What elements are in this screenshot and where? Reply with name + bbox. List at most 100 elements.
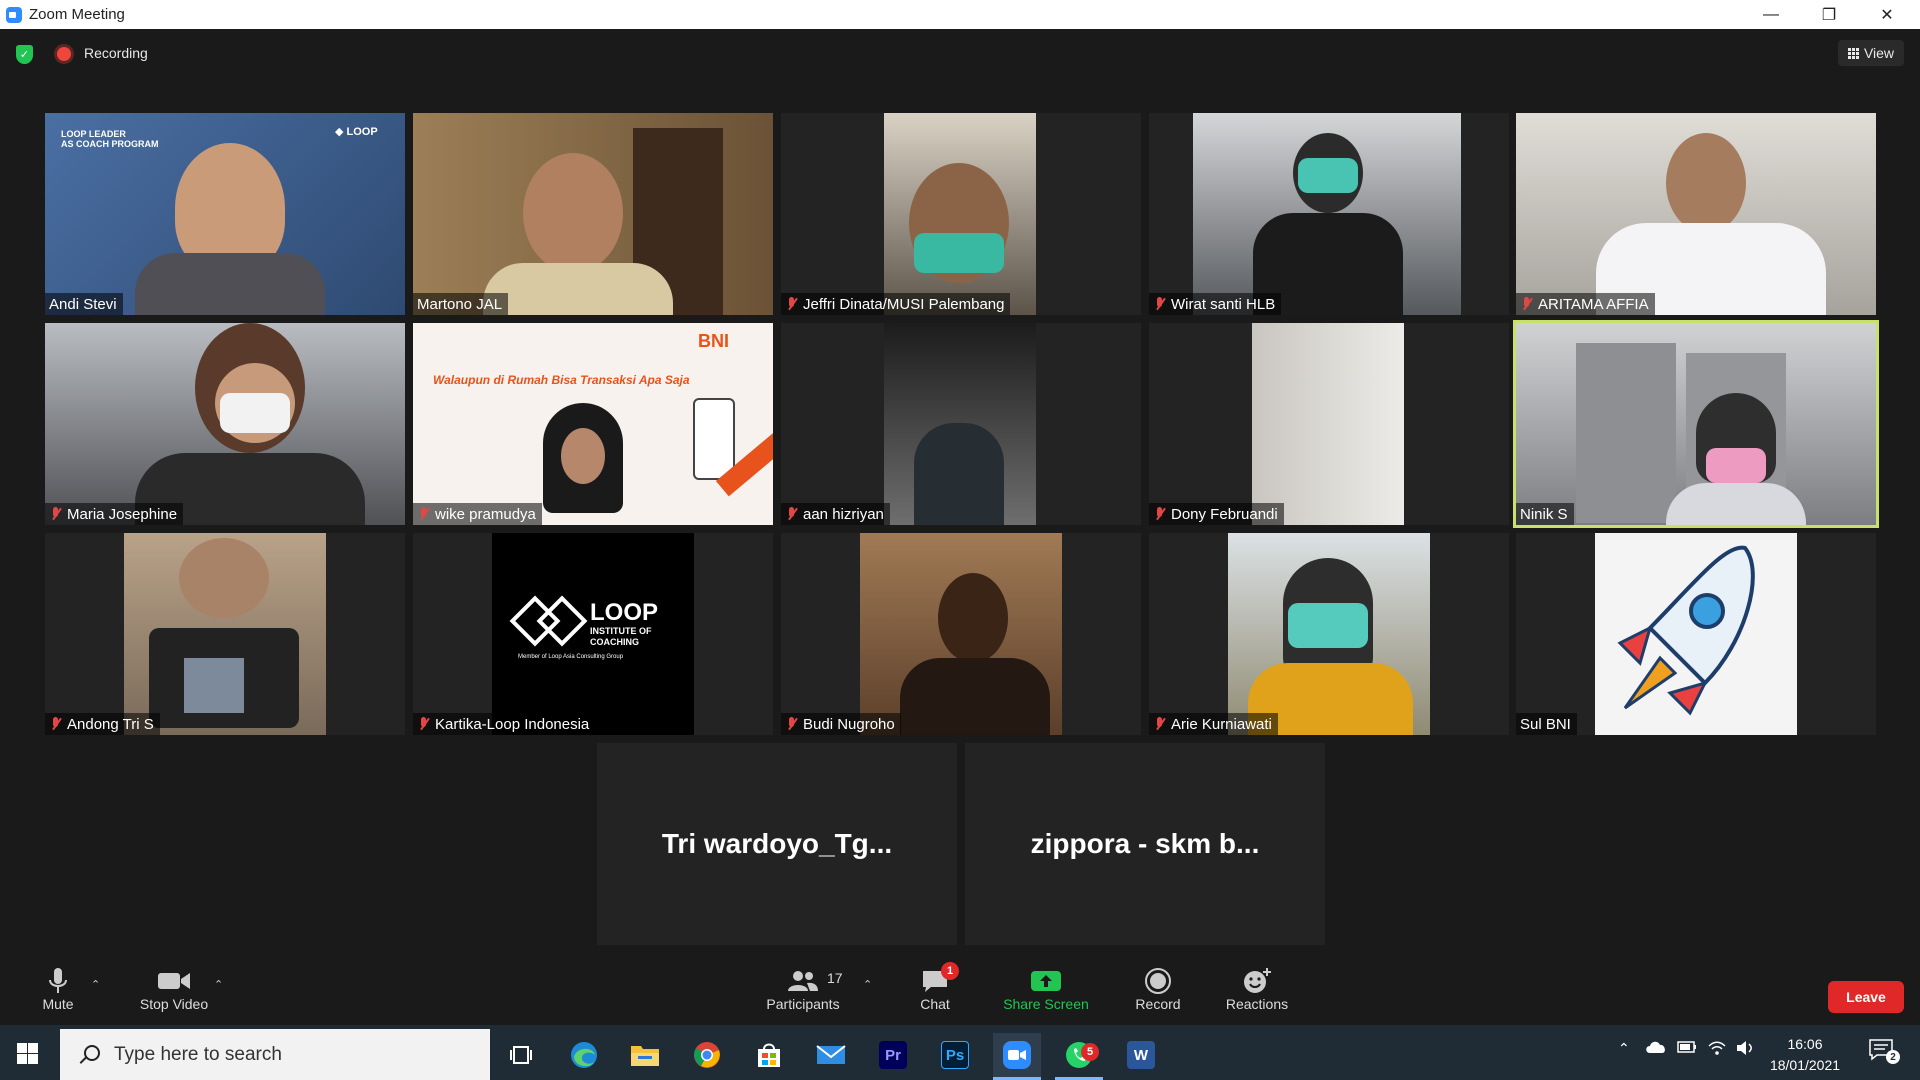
participant-name-label: Arie Kurniawati bbox=[1149, 713, 1278, 735]
premiere-pro-icon[interactable]: Pr bbox=[869, 1033, 917, 1077]
loop-logo-subline: Member of Loop Asia Consulting Group bbox=[518, 654, 624, 660]
video-tile[interactable]: Dony Februandi bbox=[1149, 323, 1509, 525]
record-button[interactable]: Record bbox=[1133, 966, 1183, 1012]
smiley-plus-icon bbox=[1242, 966, 1272, 996]
share-screen-button[interactable]: Share Screen bbox=[1000, 966, 1092, 1012]
photoshop-icon[interactable]: Ps bbox=[931, 1033, 979, 1077]
video-tile[interactable]: Martono JAL bbox=[413, 113, 773, 315]
minimize-button[interactable]: — bbox=[1742, 0, 1800, 29]
participant-name-text: Tri wardoyo_Tg... bbox=[661, 828, 893, 859]
close-button[interactable]: ✕ bbox=[1858, 0, 1916, 29]
video-tile[interactable]: Sul BNI bbox=[1516, 533, 1876, 735]
onedrive-cloud-icon[interactable] bbox=[1645, 1040, 1667, 1057]
participants-options-caret[interactable]: ⌃ bbox=[863, 978, 872, 991]
chat-bubble-icon: 1 bbox=[921, 962, 959, 996]
show-hidden-icons-chevron-icon[interactable]: ⌃ bbox=[1618, 1040, 1630, 1057]
muted-mic-icon bbox=[785, 506, 799, 522]
chrome-icon[interactable] bbox=[683, 1033, 731, 1077]
video-off-tile[interactable]: zippora - skm b... bbox=[965, 743, 1325, 945]
share-screen-icon bbox=[1030, 966, 1062, 996]
grid-icon bbox=[1847, 47, 1859, 59]
video-off-tile[interactable]: Tri wardoyo_Tg... bbox=[597, 743, 957, 945]
video-tile[interactable]: BNI Walaupun di Rumah Bisa Transaksi Apa… bbox=[413, 323, 773, 525]
task-view-icon[interactable] bbox=[497, 1033, 545, 1077]
loop-logo-title: LOOP bbox=[590, 599, 659, 626]
video-tile[interactable]: aan hizriyan bbox=[781, 323, 1141, 525]
battery-icon[interactable] bbox=[1677, 1040, 1697, 1057]
edge-browser-icon[interactable] bbox=[560, 1033, 608, 1077]
search-placeholder: Type here to search bbox=[114, 1043, 282, 1065]
muted-mic-icon bbox=[1153, 716, 1167, 732]
participant-video bbox=[884, 323, 1036, 525]
participants-button[interactable]: 17 Participants bbox=[762, 966, 844, 1012]
rocket-icon bbox=[1617, 545, 1755, 716]
video-tile[interactable]: Budi Nugroho bbox=[781, 533, 1141, 735]
participant-name-label: Jeffri Dinata/MUSI Palembang bbox=[781, 293, 1011, 315]
whatsapp-icon[interactable]: 5 bbox=[1055, 1033, 1103, 1080]
meeting-toolbar bbox=[0, 960, 1920, 1025]
meeting-topbar bbox=[0, 29, 1920, 79]
speaker-volume-icon[interactable] bbox=[1735, 1040, 1755, 1059]
restore-button[interactable]: ❐ bbox=[1800, 0, 1858, 29]
participant-name-label: Maria Josephine bbox=[45, 503, 184, 525]
video-tile[interactable]: Andong Tri S bbox=[45, 533, 405, 735]
chat-button[interactable]: 1 Chat bbox=[916, 962, 959, 1012]
participant-name-label: Martono JAL bbox=[413, 293, 509, 315]
record-icon bbox=[1144, 966, 1172, 996]
muted-mic-icon bbox=[417, 716, 431, 732]
video-tile[interactable]: LOOP LEADER AS COACH PROGRAM ◆ LOOP Andi … bbox=[45, 113, 405, 315]
muted-mic-icon bbox=[49, 716, 63, 732]
bni-logo: BNI bbox=[698, 331, 729, 351]
audio-options-caret[interactable]: ⌃ bbox=[91, 978, 100, 991]
taskbar-search-box[interactable]: Type here to search bbox=[60, 1029, 490, 1080]
participant-video bbox=[1516, 323, 1876, 525]
participant-name-label: Wirat santi HLB bbox=[1149, 293, 1282, 315]
mail-icon[interactable] bbox=[807, 1033, 855, 1077]
mute-button[interactable]: Mute bbox=[36, 966, 80, 1012]
muted-mic-icon bbox=[785, 296, 799, 312]
video-tile[interactable]: Arie Kurniawati bbox=[1149, 533, 1509, 735]
loop-logo-line: INSTITUTE OF bbox=[590, 626, 652, 636]
leave-button[interactable]: Leave bbox=[1828, 981, 1904, 1013]
participant-video bbox=[124, 533, 326, 735]
recording-indicator-icon[interactable] bbox=[57, 47, 71, 61]
clock-time: 16:06 bbox=[1787, 1036, 1823, 1052]
video-tile[interactable]: Wirat santi HLB bbox=[1149, 113, 1509, 315]
participant-video bbox=[1252, 323, 1404, 525]
notifications-icon[interactable]: 2 bbox=[1868, 1038, 1900, 1065]
muted-mic-icon bbox=[785, 716, 799, 732]
participant-name-label: Budi Nugroho bbox=[781, 713, 901, 735]
view-button[interactable]: View bbox=[1838, 40, 1904, 66]
file-explorer-icon[interactable] bbox=[621, 1033, 669, 1077]
zoom-taskbar-icon[interactable] bbox=[993, 1033, 1041, 1080]
participant-video bbox=[413, 113, 773, 315]
whatsapp-unread-badge: 5 bbox=[1081, 1043, 1099, 1061]
video-camera-icon bbox=[157, 966, 191, 996]
participant-video bbox=[1595, 533, 1797, 735]
video-tile[interactable]: Jeffri Dinata/MUSI Palembang bbox=[781, 113, 1141, 315]
stop-video-button[interactable]: Stop Video bbox=[134, 966, 214, 1012]
video-tile[interactable]: Maria Josephine bbox=[45, 323, 405, 525]
participant-video bbox=[860, 533, 1062, 735]
video-tile[interactable]: ARITAMA AFFIA bbox=[1516, 113, 1876, 315]
muted-mic-icon bbox=[1153, 296, 1167, 312]
video-tile[interactable]: LOOP INSTITUTE OF COACHING Member of Loo… bbox=[413, 533, 773, 735]
wifi-icon[interactable] bbox=[1707, 1040, 1727, 1059]
zoom-app-icon bbox=[6, 6, 22, 23]
microsoft-store-icon[interactable] bbox=[745, 1033, 793, 1077]
chat-unread-badge: 1 bbox=[941, 962, 959, 980]
participants-icon: 17 bbox=[787, 966, 843, 996]
word-icon[interactable]: W bbox=[1117, 1033, 1165, 1077]
video-options-caret[interactable]: ⌃ bbox=[214, 978, 223, 991]
participant-name-label: Andong Tri S bbox=[45, 713, 160, 735]
windows-start-icon[interactable] bbox=[17, 1043, 38, 1064]
search-icon bbox=[78, 1044, 100, 1066]
participant-video bbox=[1193, 113, 1461, 315]
taskbar-clock[interactable]: 16:06 18/01/2021 bbox=[1760, 1034, 1850, 1076]
reactions-button[interactable]: Reactions bbox=[1224, 966, 1290, 1012]
encryption-shield-icon[interactable]: ✓ bbox=[16, 45, 33, 64]
participant-name-label: ARITAMA AFFIA bbox=[1516, 293, 1655, 315]
muted-mic-icon bbox=[49, 506, 63, 522]
bni-slide-headline: Walaupun di Rumah Bisa Transaksi Apa Saj… bbox=[433, 373, 690, 387]
video-tile-active-speaker[interactable]: Ninik S bbox=[1513, 320, 1879, 528]
